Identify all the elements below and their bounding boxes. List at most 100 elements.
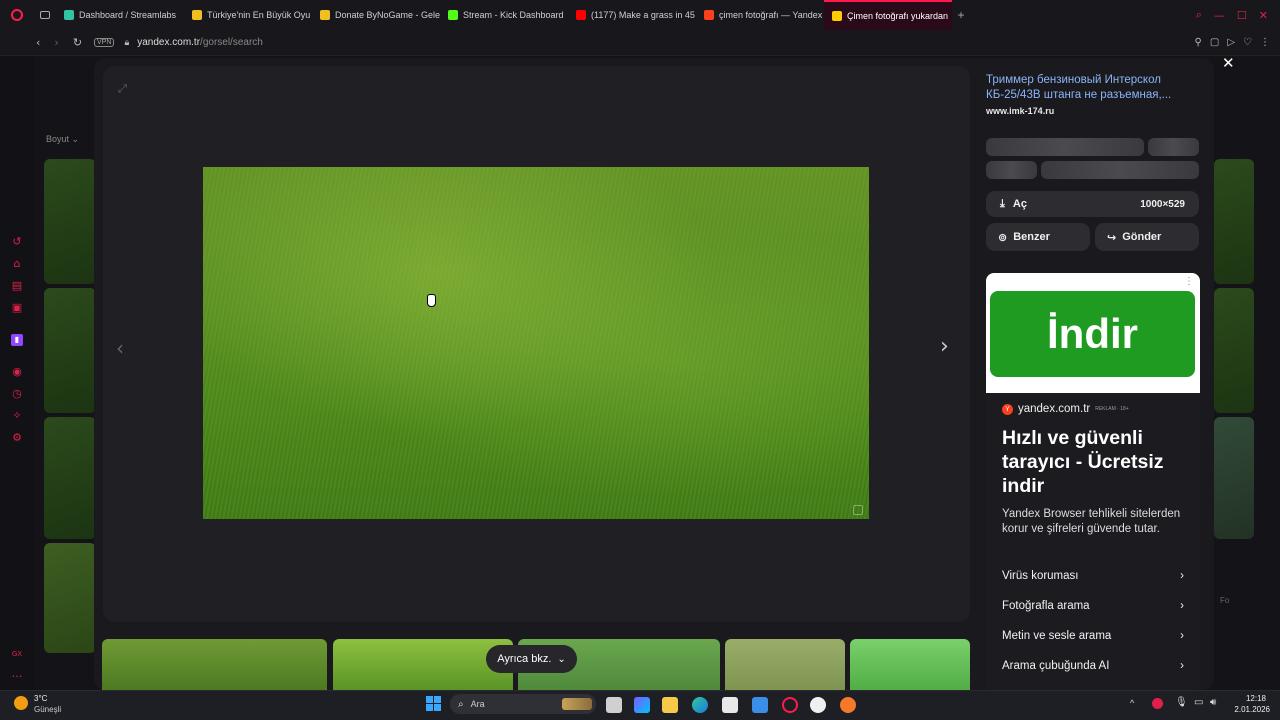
shop-icon[interactable]: ⌂ <box>11 258 23 270</box>
result-thumbnail[interactable] <box>44 288 96 413</box>
menu-dots-icon[interactable]: ⋮ <box>1260 37 1270 48</box>
settings-icon[interactable]: ⚙ <box>11 432 23 444</box>
pin-icon[interactable]: ⚲ <box>1195 37 1202 48</box>
maximize-icon[interactable]: ☐ <box>1237 9 1247 22</box>
copilot-icon[interactable] <box>634 697 650 713</box>
wallet-icon[interactable]: ▣ <box>11 302 23 314</box>
edge-icon[interactable] <box>692 697 708 713</box>
expand-icon[interactable]: ⤢ <box>118 82 127 96</box>
tab-1[interactable]: Türkiye'nin En Büyük Oyu <box>184 0 312 30</box>
snapshot-icon[interactable]: ▢ <box>1210 37 1219 48</box>
taskbar-search-box[interactable]: ⌕ Ara <box>450 694 596 714</box>
ad-banner[interactable]: İndir ⋮ <box>986 273 1200 393</box>
tab-2[interactable]: Donate ByNoGame - Gele <box>312 0 440 30</box>
player-icon[interactable]: ▷ <box>1227 37 1235 48</box>
tab-5[interactable]: çimen fotoğrafı — Yandex <box>696 0 824 30</box>
tab-4[interactable]: (1177) Make a grass in 45 <box>568 0 696 30</box>
size-filter[interactable]: Boyut ⌄ <box>46 134 79 145</box>
file-explorer-icon[interactable] <box>662 697 678 713</box>
ad-domain-row[interactable]: Y yandex.com.tr REKLAM · 18+ <box>1002 403 1129 415</box>
result-thumbnail[interactable] <box>44 543 96 653</box>
task-view-icon[interactable] <box>606 697 622 713</box>
ad-link-text-voice-search[interactable]: Metin ve sesle arama › <box>1002 627 1184 645</box>
weather-icon[interactable] <box>14 696 28 710</box>
extensions-icon[interactable]: ✧ <box>11 410 23 422</box>
lock-icon[interactable]: 🔒︎ <box>124 38 129 48</box>
search-placeholder: Ara <box>470 699 485 709</box>
history-icon[interactable]: ◷ <box>11 388 23 400</box>
ad-headline[interactable]: Hızlı ve güvenli tarayıcı - Ücretsiz ind… <box>1002 426 1192 498</box>
see-also-button[interactable]: Ayrıca bkz. ⌄ <box>486 645 577 673</box>
heart-icon[interactable]: ♡ <box>1243 37 1252 48</box>
share-icon: ↪ <box>1107 230 1117 244</box>
source-title-link[interactable]: Триммер бензиновый Интерскол КБ-25/43В ш… <box>986 73 1186 103</box>
clock-date[interactable]: 2.01.2026 <box>1226 705 1270 714</box>
close-window-icon[interactable]: ✕ <box>1259 9 1268 22</box>
minimize-icon[interactable]: — <box>1214 9 1225 22</box>
close-viewer-icon[interactable]: ✕ <box>1222 54 1235 72</box>
related-thumbnail[interactable] <box>333 639 513 690</box>
prev-image-icon[interactable]: ‹ <box>116 336 124 360</box>
url-domain: yandex.com.tr <box>137 37 201 48</box>
tab-6[interactable]: Çimen fotoğrafı yukardan <box>824 0 952 30</box>
chevron-right-icon: › <box>1180 660 1184 672</box>
opera-gx-taskbar-icon[interactable] <box>782 697 798 713</box>
windows-start-icon[interactable] <box>426 696 441 711</box>
tab-0[interactable]: Dashboard / Streamlabs <box>56 0 184 30</box>
weather-desc[interactable]: Güneşli <box>34 705 61 714</box>
share-button[interactable]: ↪ Gönder <box>1095 223 1199 251</box>
result-thumbnail[interactable] <box>1214 417 1254 539</box>
new-tab-button[interactable]: + <box>952 8 970 22</box>
tray-chevron-icon[interactable]: ^ <box>1130 698 1134 708</box>
network-icon[interactable]: ▭ <box>1194 697 1203 708</box>
main-image-grass[interactable] <box>203 167 869 519</box>
related-thumbnail[interactable] <box>102 639 327 690</box>
related-thumbnail[interactable] <box>725 639 845 690</box>
vpn-badge[interactable]: VPN <box>94 38 115 47</box>
clock-time[interactable]: 12:18 <box>1232 694 1266 703</box>
tab-3[interactable]: Stream - Kick Dashboard <box>440 0 568 30</box>
speed-dial-icon[interactable]: ↺ <box>11 236 23 248</box>
forward-icon[interactable]: › <box>54 36 58 49</box>
news-icon[interactable]: ▤ <box>11 280 23 292</box>
store-icon[interactable] <box>722 697 738 713</box>
related-thumbnail[interactable] <box>850 639 970 690</box>
microphone-icon[interactable]: 🎙︎ <box>1175 697 1188 708</box>
blender-icon[interactable] <box>840 697 856 713</box>
result-thumbnail[interactable] <box>1214 159 1254 284</box>
advertisement-card[interactable]: İndir ⋮ Y yandex.com.tr REKLAM · 18+ Hız… <box>986 273 1200 690</box>
back-icon[interactable]: ‹ <box>36 36 40 49</box>
weather-temp[interactable]: 3°C <box>34 694 47 703</box>
ad-tag: REKLAM · 18+ <box>1095 406 1129 412</box>
mail-icon[interactable] <box>752 697 768 713</box>
ad-link-ai-search[interactable]: Arama çubuğunda AI › <box>1002 657 1184 675</box>
tab-workspaces-icon[interactable] <box>34 0 56 30</box>
chevron-right-icon: › <box>1180 600 1184 612</box>
sidebar-more-icon[interactable]: … <box>11 668 23 680</box>
player-sidebar-icon[interactable]: ◉ <box>11 366 23 378</box>
search-tabs-icon[interactable]: ⌕ <box>1196 8 1202 22</box>
open-image-button[interactable]: ⤓ Aç 1000×529 <box>986 191 1199 217</box>
similar-button[interactable]: ⊚ Benzer <box>986 223 1090 251</box>
search-icon: ⌕ <box>458 698 464 710</box>
see-also-label: Ayrıca bkz. <box>497 653 552 665</box>
result-thumbnail[interactable] <box>44 417 96 539</box>
ad-link-photo-search[interactable]: Fotoğrafla arama › <box>1002 597 1184 615</box>
source-site[interactable]: www.imk-174.ru <box>986 106 1054 116</box>
ad-options-icon[interactable]: ⋮ <box>1184 276 1194 287</box>
opera-logo-icon[interactable] <box>0 0 34 30</box>
yandex-logo-icon: Y <box>1002 403 1013 415</box>
next-image-icon[interactable]: › <box>940 334 949 359</box>
install-banner-button[interactable]: İndir <box>990 291 1195 377</box>
reload-icon[interactable]: ↻ <box>73 36 82 49</box>
result-thumbnail[interactable] <box>44 159 96 284</box>
result-thumbnail[interactable] <box>1214 288 1254 413</box>
tray-app-icon[interactable] <box>1152 698 1163 709</box>
volume-icon[interactable]: 🔊︎ <box>1210 697 1216 708</box>
address-bar-row: ‹ › ↻ VPN 🔒︎ yandex.com.tr/gorsel/search… <box>0 30 1280 56</box>
twitch-icon[interactable]: ▮ <box>11 334 23 346</box>
gx-corner-icon[interactable]: GX <box>11 648 23 660</box>
ad-link-virus-protection[interactable]: Virüs koruması › <box>1002 567 1184 585</box>
github-icon[interactable] <box>810 697 826 713</box>
url-text[interactable]: yandex.com.tr/gorsel/search <box>137 37 263 48</box>
